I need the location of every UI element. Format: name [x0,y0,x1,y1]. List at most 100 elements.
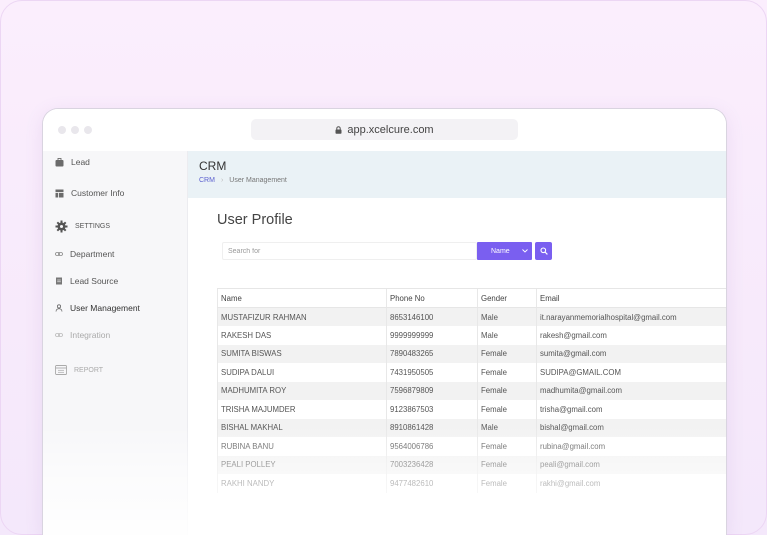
user-table: Name Phone No Gender Email MUSTAFIZUR RA… [217,288,726,493]
link-icon [55,252,63,256]
table-row[interactable]: SUDIPA DALUI 7431950505 Female SUDIPA@GM… [217,363,726,382]
link-icon [55,333,63,337]
column-header-phone[interactable]: Phone No [386,288,478,308]
table-row[interactable]: RAKESH DAS 9999999999 Male rakesh@gmail.… [217,326,726,345]
cell-phone: 9477482610 [386,474,478,493]
table-header-row: Name Phone No Gender Email [217,288,726,308]
cell-email: rakhi@gmail.com [536,474,726,493]
table-row[interactable]: MUSTAFIZUR RAHMAN 8653146100 Male it.nar… [217,307,726,326]
table-row[interactable]: BISHAL MAKHAL 8910861428 Male bishal@gma… [217,418,726,437]
table-row[interactable]: RUBINA BANU 9564006786 Female rubina@gma… [217,437,726,456]
sidebar-section-label: REPORT [74,366,104,374]
lock-icon [335,125,342,134]
sidebar-section-label: SETTINGS [75,223,111,230]
cell-phone: 9123867503 [386,400,478,419]
select-value: Name [491,247,510,255]
cell-gender: Male [477,326,537,345]
breadcrumb-current: User Management [229,177,287,184]
sidebar-item-label: User Management [70,303,140,313]
cell-gender: Female [477,437,537,456]
cell-gender: Female [477,344,537,363]
cell-phone: 9999999999 [386,326,478,345]
page-title: User Profile [217,212,293,228]
sidebar-item-integration[interactable]: Integration [55,330,110,340]
user-icon [55,304,63,312]
cell-name: MADHUMITA ROY [217,381,387,400]
document-icon [56,277,62,285]
cell-name: PEALI POLLEY [217,455,387,474]
breadcrumb: CRM › User Management [199,177,287,184]
sidebar-item-user-management[interactable]: User Management [55,303,140,313]
table-row[interactable]: RAKHI NANDY 9477482610 Female rakhi@gmai… [217,474,726,493]
browser-window: app.xcelcure.com Lead Customer Info SETT… [42,108,727,535]
sidebar-item-lead-source[interactable]: Lead Source [55,276,118,286]
cell-name: SUDIPA DALUI [217,363,387,382]
sidebar-section-settings[interactable]: SETTINGS [55,220,110,233]
briefcase-icon [55,157,64,166]
search-field-select[interactable]: Name [477,242,532,260]
cell-gender: Male [477,307,537,326]
cell-email: rakesh@gmail.com [536,326,726,345]
report-icon [55,365,67,375]
cell-name: RAKESH DAS [217,326,387,345]
cell-phone: 7596879809 [386,381,478,400]
table-row[interactable]: SUMITA BISWAS 7890483265 Female sumita@g… [217,344,726,363]
cell-gender: Female [477,400,537,419]
cell-gender: Female [477,363,537,382]
cell-phone: 7003236428 [386,455,478,474]
window-close-dot[interactable] [58,126,66,134]
cell-name: MUSTAFIZUR RAHMAN [217,307,387,326]
search-icon [539,247,548,255]
search-input[interactable] [222,242,477,260]
sidebar: Lead Customer Info SETTINGS Department L… [43,151,188,535]
cell-name: RUBINA BANU [217,437,387,456]
url-text: app.xcelcure.com [347,123,434,136]
search-button[interactable] [535,242,552,260]
cell-name: BISHAL MAKHAL [217,418,387,437]
cell-email: sumita@gmail.com [536,344,726,363]
sidebar-item-label: Lead Source [70,276,119,286]
cell-name: SUMITA BISWAS [217,344,387,363]
sidebar-item-lead[interactable]: Lead [55,157,90,167]
chevron-down-icon [522,249,528,253]
cell-phone: 8910861428 [386,418,478,437]
sidebar-item-department[interactable]: Department [55,249,114,259]
column-header-name[interactable]: Name [217,288,387,308]
cell-phone: 8653146100 [386,307,478,326]
cell-name: RAKHI NANDY [217,474,387,493]
cell-email: peali@gmail.com [536,455,726,474]
cell-gender: Male [477,418,537,437]
sidebar-item-customer-info[interactable]: Customer Info [55,188,124,198]
cell-email: trisha@gmail.com [536,400,726,419]
cell-email: it.narayanmemorialhospital@gmail.com [536,307,726,326]
sidebar-section-report[interactable]: REPORT [55,365,103,375]
main-content: CRM CRM › User Management User Profile N… [188,151,726,535]
cell-email: madhumita@gmail.com [536,381,726,400]
column-header-email[interactable]: Email [536,288,726,308]
cell-email: rubina@gmail.com [536,437,726,456]
window-maximize-dot[interactable] [84,126,92,134]
sidebar-item-label: Integration [70,330,111,340]
table-icon [55,189,64,197]
table-row[interactable]: MADHUMITA ROY 7596879809 Female madhumit… [217,381,726,400]
table-row[interactable]: PEALI POLLEY 7003236428 Female peali@gma… [217,455,726,474]
breadcrumb-crm-link[interactable]: CRM [199,177,215,184]
sidebar-item-label: Lead [71,157,90,167]
cell-email: bishal@gmail.com [536,418,726,437]
page-header: CRM CRM › User Management [188,151,726,198]
sidebar-item-label: Customer Info [71,188,125,198]
browser-titlebar: app.xcelcure.com [43,109,726,151]
column-header-gender[interactable]: Gender [477,288,537,308]
cell-gender: Female [477,474,537,493]
cell-email: SUDIPA@GMAIL.COM [536,363,726,382]
window-minimize-dot[interactable] [71,126,79,134]
cell-phone: 7890483265 [386,344,478,363]
cell-phone: 7431950505 [386,363,478,382]
address-bar[interactable]: app.xcelcure.com [251,119,518,140]
cell-gender: Female [477,455,537,474]
table-row[interactable]: TRISHA MAJUMDER 9123867503 Female trisha… [217,400,726,419]
app-title: CRM [199,159,227,173]
cell-name: TRISHA MAJUMDER [217,400,387,419]
cell-phone: 9564006786 [386,437,478,456]
gear-icon [55,220,68,233]
